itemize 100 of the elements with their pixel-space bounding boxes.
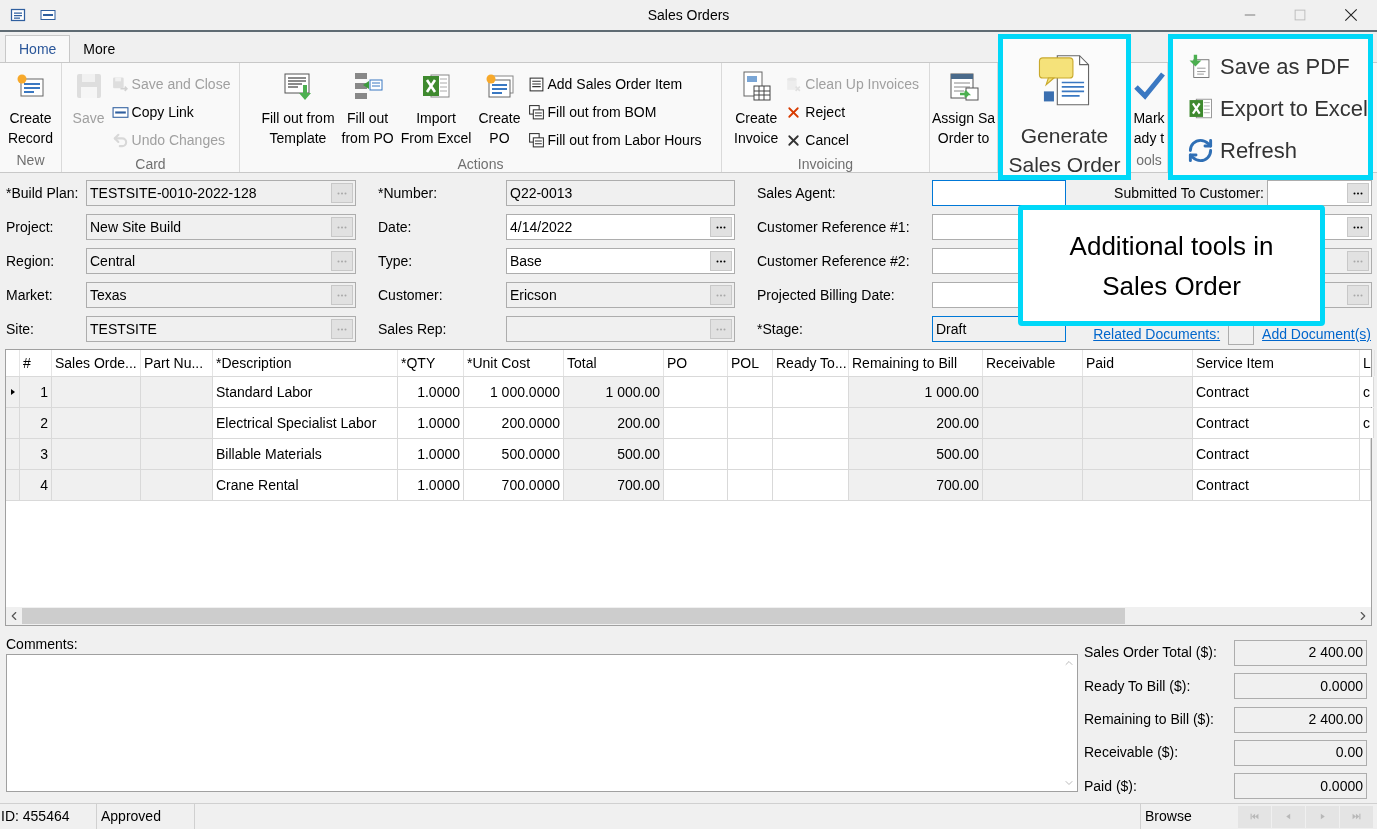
ribbon-button[interactable]: Cancel — [785, 126, 919, 154]
document-arrow-icon — [282, 70, 314, 102]
text-field[interactable]: Texas — [86, 282, 356, 308]
column-header[interactable]: Remaining to Bill — [849, 350, 983, 376]
text-field[interactable]: Base — [506, 248, 735, 274]
text-field[interactable] — [1267, 180, 1372, 206]
link[interactable]: Add Document(s) — [1262, 324, 1371, 345]
close-icon — [1344, 8, 1358, 22]
text-field[interactable]: New Site Build — [86, 214, 356, 240]
ribbon-button[interactable]: Create Invoice — [732, 70, 781, 148]
ribbon-tab[interactable]: More — [70, 35, 129, 63]
ellipsis-icon — [337, 327, 347, 331]
row-pointer-icon — [8, 388, 17, 396]
ribbon-button[interactable]: Copy Link — [111, 98, 231, 126]
ribbon-button[interactable]: Assign Sa Order to — [930, 70, 997, 148]
table-cell: Contract — [1193, 377, 1360, 407]
column-header[interactable]: L — [1360, 350, 1375, 376]
table-cell: 3 — [20, 439, 52, 469]
refresh-icon — [1187, 136, 1214, 164]
field-label: Project: — [6, 217, 54, 237]
ellipsis-icon — [1353, 225, 1363, 229]
ribbon-button[interactable]: Fill out from PO — [339, 70, 396, 148]
group-label: Card — [135, 155, 166, 172]
ribbon-button[interactable]: Fill out from Template — [259, 70, 337, 148]
ribbon-button[interactable]: Refresh — [1187, 129, 1368, 171]
column-header[interactable]: Service Item — [1193, 350, 1360, 376]
total-field: 0.0000 — [1234, 673, 1367, 700]
maximize-icon — [1294, 9, 1306, 21]
lookup-button[interactable] — [710, 217, 732, 237]
table-cell: Contract — [1193, 470, 1360, 500]
field-label: *Stage: — [757, 319, 803, 339]
text-field[interactable]: Q22-0013 — [506, 180, 735, 206]
total-label: Receivable ($): — [1084, 743, 1180, 763]
list-icon — [10, 7, 26, 23]
ribbon-button[interactable]: Mark ady t — [1131, 70, 1167, 148]
copy-icon — [527, 103, 545, 121]
lookup-button[interactable] — [710, 251, 732, 271]
scrollbar-thumb[interactable] — [22, 608, 1125, 624]
ribbon-button[interactable]: Export to Excel — [1187, 87, 1368, 129]
column-header[interactable]: Ready To... — [773, 350, 849, 376]
comments-label: Comments: — [6, 636, 78, 652]
text-field[interactable] — [506, 316, 735, 342]
ribbon-button[interactable]: Add Sales Order Item — [527, 70, 702, 98]
table-cell: 200.00 — [849, 408, 983, 438]
column-header[interactable]: *Description — [213, 350, 398, 376]
ellipsis-icon — [1353, 259, 1363, 263]
total-label: Paid ($): — [1084, 776, 1138, 796]
ribbon-button[interactable]: Import From Excel — [398, 70, 474, 148]
row-selector[interactable] — [6, 377, 20, 407]
copy-icon — [527, 131, 545, 149]
textbox-icon — [40, 7, 56, 23]
table-cell: 500.00 — [849, 439, 983, 469]
text-field[interactable]: Central — [86, 248, 356, 274]
text-field[interactable]: 4/14/2022 — [506, 214, 735, 240]
column-header[interactable]: Sales Orde... — [52, 350, 141, 376]
field-label: *Build Plan: — [6, 183, 79, 203]
field-label: Sales Rep: — [378, 319, 447, 339]
group-label: Actions — [457, 155, 504, 172]
group-label: ools — [1136, 151, 1162, 170]
field-label: Customer Reference #1: — [757, 217, 910, 237]
column-header[interactable]: # — [20, 350, 52, 376]
column-header[interactable]: POL — [728, 350, 773, 376]
ribbon-button[interactable]: Create PO — [476, 70, 523, 148]
last-page-icon — [1352, 812, 1361, 821]
ribbon-button[interactable]: Fill out from BOM — [527, 98, 702, 126]
text-field[interactable]: Ericson — [506, 282, 735, 308]
database-icon — [785, 75, 803, 93]
column-header[interactable]: Part Nu... — [141, 350, 213, 376]
ribbon-button[interactable]: Reject — [785, 98, 919, 126]
horizontal-scrollbar[interactable] — [6, 607, 1371, 625]
comments-field[interactable] — [6, 654, 1078, 792]
column-header[interactable]: Paid — [1083, 350, 1193, 376]
ribbon-button[interactable]: Generate Sales Order — [1006, 49, 1123, 175]
column-header[interactable]: *Unit Cost — [464, 350, 564, 376]
ellipsis-icon — [1353, 191, 1363, 195]
column-header[interactable]: Total — [564, 350, 664, 376]
column-header[interactable]: *QTY — [398, 350, 464, 376]
field-label: Date: — [378, 217, 412, 237]
table-cell: 700.00 — [849, 470, 983, 500]
field-label: Site: — [6, 319, 34, 339]
ribbon-button[interactable]: Save as PDF — [1187, 45, 1368, 87]
column-header[interactable]: PO — [664, 350, 728, 376]
ribbon-button[interactable]: Fill out from Labor Hours — [527, 126, 702, 154]
undo-icon — [111, 131, 129, 149]
ellipsis-icon — [716, 225, 726, 229]
next-icon — [1318, 812, 1327, 821]
table-cell: 1 000.00 — [849, 377, 983, 407]
previous-icon — [1284, 812, 1293, 821]
text-field[interactable]: TESTSITE — [86, 316, 356, 342]
text-field[interactable] — [932, 180, 1066, 206]
table-cell: Crane Rental — [213, 470, 398, 500]
ribbon-tab[interactable]: Home — [5, 35, 71, 63]
link[interactable]: Related Documents: — [1093, 324, 1221, 345]
field-label: Submitted To Customer: — [1114, 183, 1264, 203]
ellipsis-icon — [1353, 293, 1363, 297]
lookup-button[interactable] — [1347, 183, 1369, 203]
column-header[interactable]: Receivable — [983, 350, 1083, 376]
lookup-button[interactable] — [1347, 217, 1369, 237]
ribbon-button[interactable]: Create Record — [5, 70, 56, 148]
text-field[interactable]: TESTSITE-0010-2022-128 — [86, 180, 356, 206]
